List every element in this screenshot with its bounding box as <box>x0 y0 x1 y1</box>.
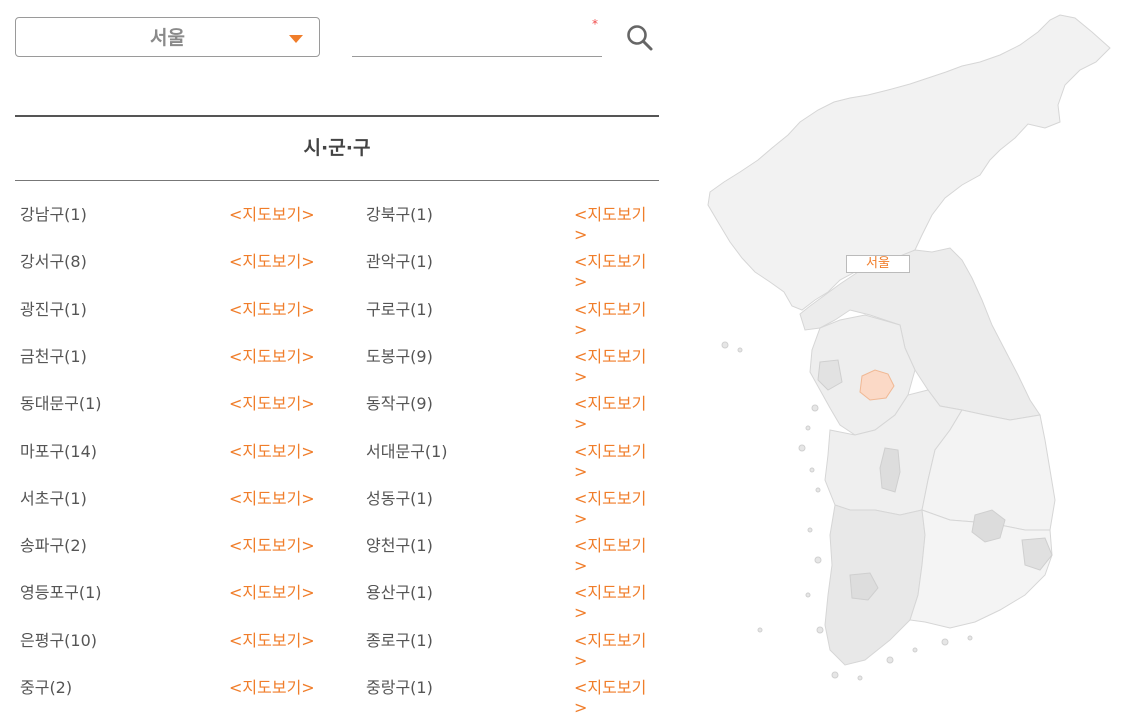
view-map-link[interactable]: <지도보기> <box>229 485 315 509</box>
district-name: 서초구(1) <box>20 488 87 508</box>
table-header: 시·군·구 <box>15 115 659 181</box>
region-select-value: 서울 <box>150 27 185 49</box>
district-name: 영등포구(1) <box>20 583 102 603</box>
district-name: 강북구(1) <box>366 205 433 224</box>
view-map-link[interactable]: <지도보기> <box>229 343 315 367</box>
district-name: 도봉구(9) <box>366 346 433 366</box>
district-name: 성동구(1) <box>366 488 433 508</box>
view-map-link[interactable]: <지도보기> <box>574 627 659 670</box>
district-name: 중랑구(1) <box>366 678 433 697</box>
search-button[interactable] <box>624 22 656 54</box>
district-name: 관악구(1) <box>366 252 433 272</box>
district-name: 동작구(9) <box>366 394 433 414</box>
view-map-link[interactable]: <지도보기> <box>229 296 315 320</box>
region-select[interactable]: 서울 <box>15 17 320 57</box>
view-map-link[interactable]: <지도보기> <box>574 343 659 386</box>
view-map-link[interactable]: <지도보기> <box>574 579 659 622</box>
required-mark: * <box>592 17 598 31</box>
view-map-link[interactable]: <지도보기> <box>574 201 659 244</box>
view-map-link[interactable]: <지도보기> <box>574 438 659 481</box>
view-map-link[interactable]: <지도보기> <box>229 532 315 556</box>
district-name: 종로구(1) <box>366 630 433 650</box>
district-name: 양천구(1) <box>366 536 433 556</box>
view-map-link[interactable]: <지도보기> <box>229 627 315 651</box>
view-map-link[interactable]: <지도보기> <box>229 248 315 272</box>
district-name: 송파구(2) <box>20 536 87 556</box>
district-name: 광진구(1) <box>20 299 87 319</box>
search-icon <box>627 25 653 51</box>
view-map-link[interactable]: <지도보기> <box>229 674 315 698</box>
view-map-link[interactable]: <지도보기> <box>229 201 315 225</box>
view-map-link[interactable]: <지도보기> <box>574 296 659 339</box>
district-name: 서대문구(1) <box>366 441 448 461</box>
search-input[interactable] <box>352 17 602 57</box>
district-name: 강남구(1) <box>20 205 87 224</box>
view-map-link[interactable]: <지도보기> <box>229 579 315 603</box>
chevron-down-icon <box>289 35 303 43</box>
view-map-link[interactable]: <지도보기> <box>229 390 315 414</box>
map-label-seoul: 서울 <box>846 255 910 273</box>
view-map-link[interactable]: <지도보기> <box>574 532 659 575</box>
map-region-daejeon <box>879 447 901 493</box>
district-name: 강서구(8) <box>20 252 87 272</box>
district-table: 시·군·구 강남구(1) <지도보기> 강북구(1) <지도보기> 강서구(8) <지도보… <box>15 115 659 717</box>
view-map-link[interactable]: <지도보기> <box>229 438 315 462</box>
district-name: 구로구(1) <box>366 299 433 319</box>
district-name: 중구(2) <box>20 678 73 697</box>
district-name: 금천구(1) <box>20 346 87 366</box>
view-map-link[interactable]: <지도보기> <box>574 390 659 433</box>
district-name: 동대문구(1) <box>20 394 102 414</box>
district-name: 용산구(1) <box>366 583 433 603</box>
district-name: 은평구(10) <box>20 630 98 650</box>
view-map-link[interactable]: <지도보기> <box>574 485 659 528</box>
korea-map <box>707 14 1111 681</box>
view-map-link[interactable]: <지도보기> <box>574 674 659 717</box>
view-map-link[interactable]: <지도보기> <box>574 248 659 291</box>
district-name: 마포구(14) <box>20 441 98 461</box>
